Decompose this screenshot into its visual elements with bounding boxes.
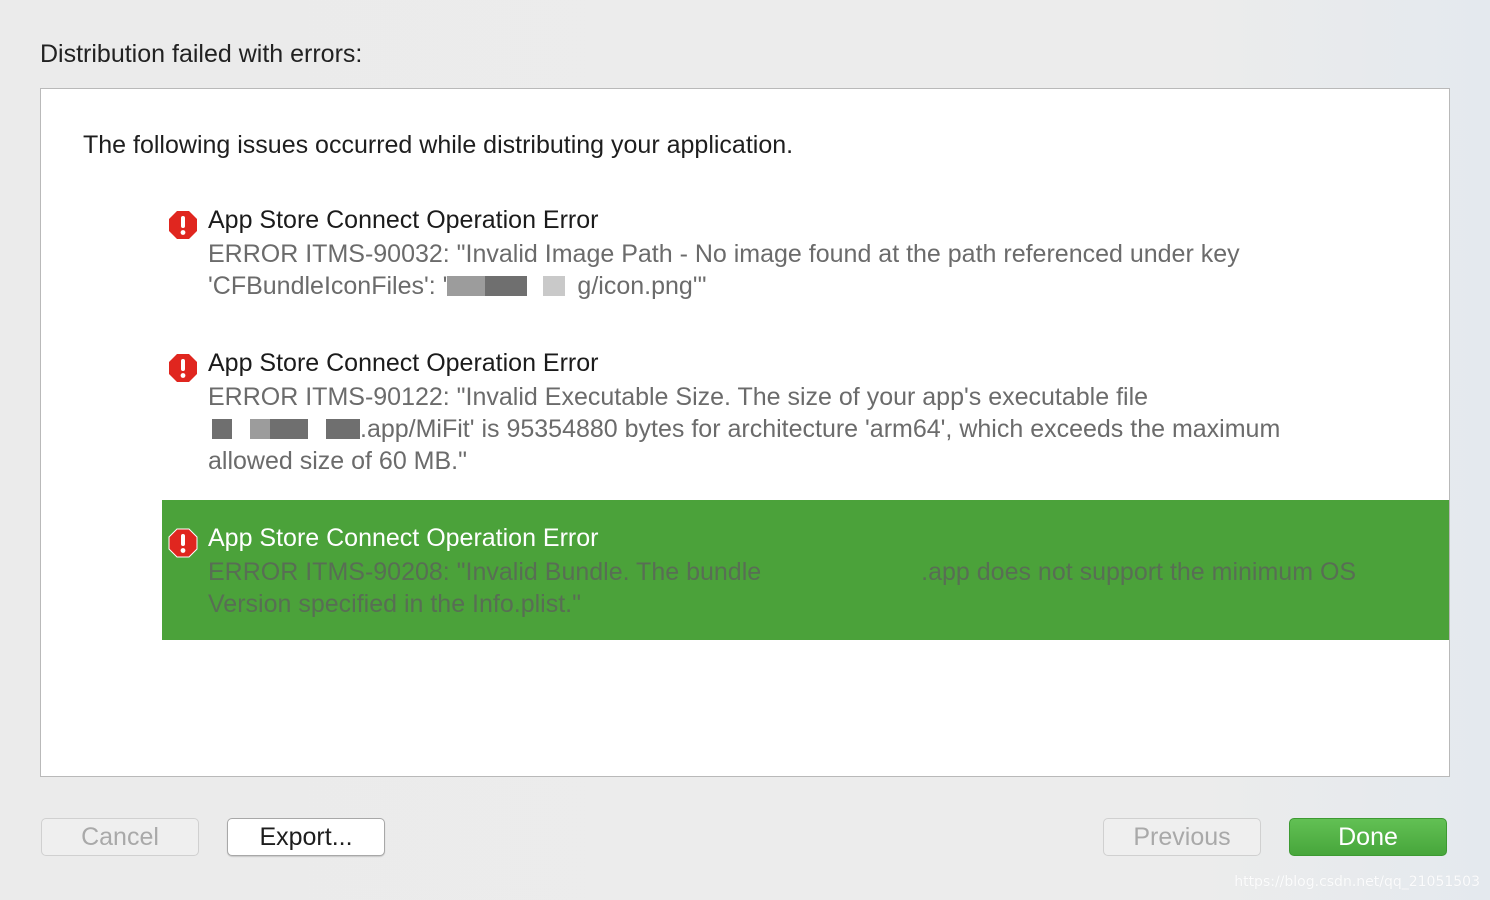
cancel-button[interactable]: Cancel	[41, 818, 199, 856]
issue-message: ERROR ITMS-90122: "Invalid Executable Si…	[208, 381, 1280, 477]
error-icon	[168, 528, 198, 558]
issues-panel: The following issues occurred while dist…	[40, 88, 1450, 777]
issue-message-line: Version specified in the Info.plist."	[208, 590, 581, 618]
issue-message-line: 'CFBundleIconFiles': ' g/icon.png'"	[208, 272, 707, 300]
page-title: Distribution failed with errors:	[40, 40, 363, 68]
issue-title: App Store Connect Operation Error	[208, 524, 599, 552]
issue-message: ERROR ITMS-90208: "Invalid Bundle. The b…	[208, 556, 1356, 620]
previous-button[interactable]: Previous	[1103, 818, 1261, 856]
issue-message-line: ERROR ITMS-90122: "Invalid Executable Si…	[208, 383, 1149, 411]
issue-item[interactable]: App Store Connect Operation Error ERROR …	[162, 197, 1449, 307]
done-button[interactable]: Done	[1289, 818, 1447, 856]
issue-item-selected[interactable]: App Store Connect Operation Error ERROR …	[162, 500, 1449, 640]
issue-message-line: allowed size of 60 MB."	[208, 447, 467, 475]
error-icon	[169, 211, 197, 239]
issue-title: App Store Connect Operation Error	[208, 206, 599, 234]
issue-item[interactable]: App Store Connect Operation Error ERROR …	[162, 340, 1449, 480]
issue-message-line: .app/MiFit' is 95354880 bytes for archit…	[208, 413, 1280, 445]
error-icon	[169, 354, 197, 382]
issue-message-line: ERROR ITMS-90032: "Invalid Image Path - …	[208, 240, 1240, 268]
issue-title: App Store Connect Operation Error	[208, 349, 599, 377]
export-button[interactable]: Export...	[227, 818, 385, 856]
issue-message-line: ERROR ITMS-90208: "Invalid Bundle. The b…	[208, 558, 1357, 586]
issues-intro: The following issues occurred while dist…	[83, 131, 794, 159]
issue-message: ERROR ITMS-90032: "Invalid Image Path - …	[208, 238, 1240, 302]
watermark: https://blog.csdn.net/qq_21051503	[1234, 874, 1480, 890]
